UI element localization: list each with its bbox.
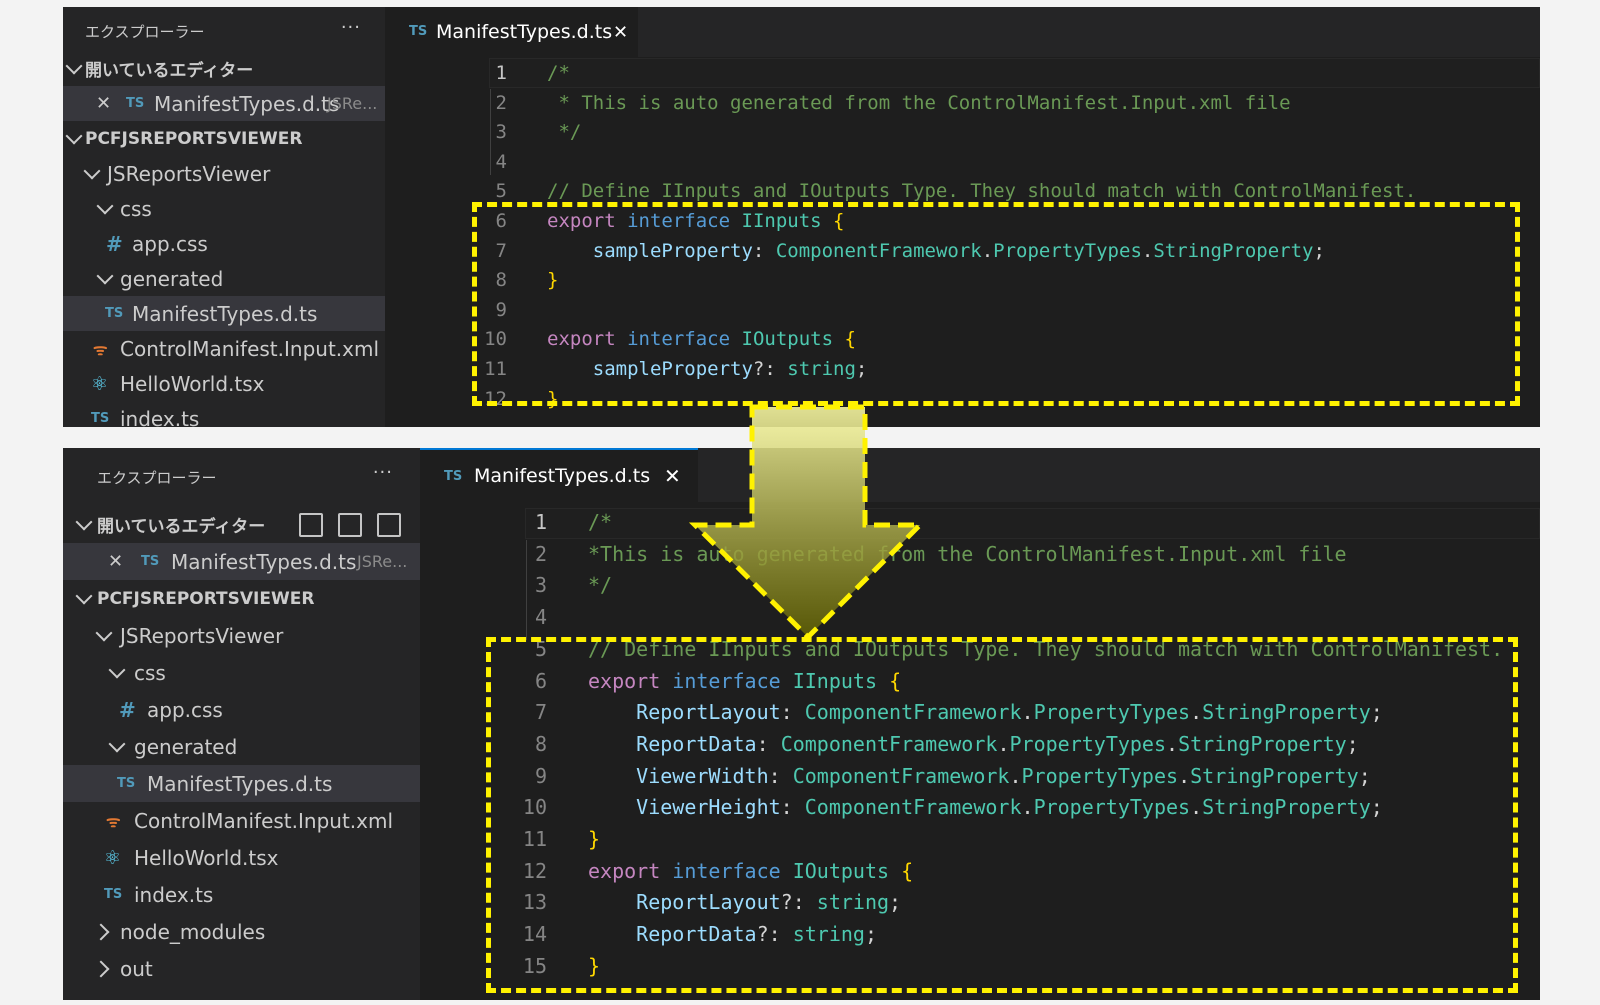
line-number: 12 (522, 858, 547, 883)
line-text: /* (588, 506, 612, 538)
typescript-file-icon: TS (409, 24, 428, 39)
highlight-box-bottom (486, 637, 1518, 993)
line-text: * This is auto generated from the Contro… (547, 88, 1291, 118)
line-number: 1 (534, 510, 547, 534)
line-number: 11 (484, 358, 507, 380)
code-token: // Define IInputs and IOutputs Type. The… (547, 180, 1417, 203)
line-number: 6 (495, 210, 507, 232)
line-number: 8 (495, 269, 507, 292)
line-number: 10 (522, 795, 547, 820)
explorer-header: エクスプローラー ··· (63, 7, 385, 55)
code-line: 3 */ (63, 117, 1540, 147)
line-text: /* (547, 58, 570, 88)
line-number: 5 (534, 636, 547, 661)
code-token: /* (547, 62, 570, 84)
line-number: 15 (522, 953, 547, 978)
line-text: */ (547, 117, 581, 147)
line-number: 12 (484, 387, 507, 410)
code-line: 4 (63, 147, 1540, 177)
close-icon[interactable]: ✕ (613, 22, 628, 43)
code-line: 2 *This is auto generated from the Contro… (63, 538, 1540, 570)
line-number: 2 (495, 91, 507, 114)
line-number: 3 (534, 573, 547, 598)
highlight-box-top (472, 202, 1520, 406)
line-number: 5 (495, 180, 507, 203)
code-token: /* (588, 510, 613, 534)
tab-manifesttypes[interactable]: TS ManifestTypes.d.ts ✕ (385, 7, 638, 57)
more-actions-icon[interactable]: ··· (373, 462, 393, 483)
explorer-header: エクスプローラー ··· (63, 448, 420, 506)
tab-bar: TS ManifestTypes.d.ts ✕ (420, 448, 1540, 502)
code-line: 4 (63, 601, 1540, 633)
line-number: 9 (534, 763, 547, 788)
code-token: */ (588, 573, 613, 598)
line-number: 14 (522, 922, 547, 947)
line-number: 4 (534, 605, 547, 630)
line-number: 4 (495, 150, 507, 173)
code-token: * This is auto generated from the Contro… (547, 91, 1291, 114)
close-icon[interactable]: ✕ (664, 464, 681, 488)
tab-manifesttypes[interactable]: TS ManifestTypes.d.ts ✕ (420, 448, 698, 502)
line-number: 13 (522, 890, 547, 915)
typescript-file-icon: TS (444, 469, 463, 484)
line-number: 7 (534, 700, 547, 725)
line-number: 2 (534, 541, 547, 566)
line-number: 6 (534, 668, 547, 693)
line-number: 1 (495, 62, 507, 84)
line-number: 9 (495, 298, 507, 321)
line-number: 3 (495, 121, 507, 144)
code-token: *This is auto generated from the Control… (588, 541, 1347, 566)
line-text: */ (588, 569, 612, 601)
line-number: 8 (534, 731, 547, 756)
more-actions-icon[interactable]: ··· (341, 17, 361, 38)
line-text: *This is auto generated from the Control… (588, 538, 1347, 570)
line-number: 11 (522, 827, 547, 851)
code-token: */ (547, 121, 582, 144)
tab-label: ManifestTypes.d.ts (436, 21, 613, 43)
line-number: 10 (484, 328, 507, 351)
tab-label: ManifestTypes.d.ts (474, 465, 651, 487)
code-line: 3 */ (63, 569, 1540, 601)
code-line: 1 /* (63, 58, 1540, 88)
line-number: 7 (495, 239, 507, 262)
code-line: 2 * This is auto generated from the Cont… (63, 88, 1540, 118)
explorer-title: エクスプローラー (97, 468, 217, 487)
explorer-title: エクスプローラー (85, 22, 205, 41)
code-line: 1 /* (63, 506, 1540, 538)
tab-bar: TS ManifestTypes.d.ts ✕ (385, 7, 1540, 57)
